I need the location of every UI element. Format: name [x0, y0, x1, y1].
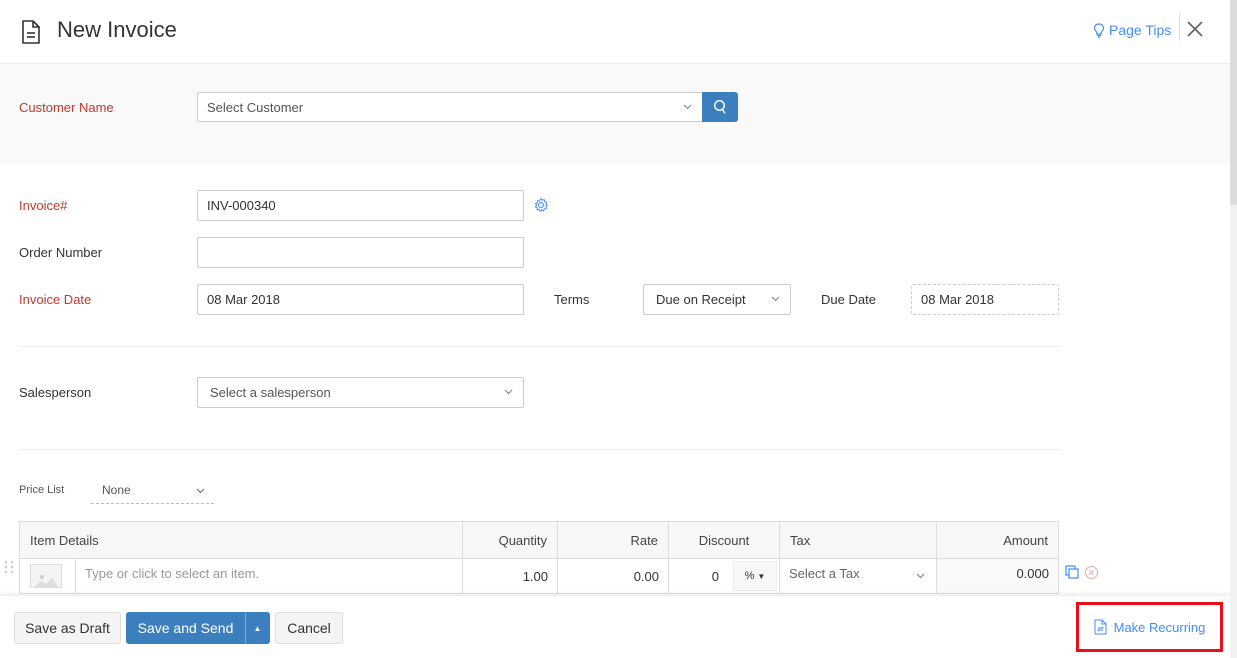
- item-input[interactable]: Type or click to select an item.: [75, 558, 463, 594]
- scrollbar[interactable]: [1230, 0, 1237, 658]
- customer-name-label: Customer Name: [19, 100, 114, 115]
- header-divider: [1179, 13, 1180, 41]
- save-and-send-button[interactable]: Save and Send: [126, 612, 245, 644]
- drag-handle-icon[interactable]: [4, 560, 14, 574]
- terms-value: Due on Receipt: [656, 292, 746, 307]
- table-row: Type or click to select an item. 1.00 0.…: [19, 558, 1059, 594]
- page-tips-link[interactable]: Page Tips: [1093, 22, 1171, 38]
- invoice-date-input[interactable]: 08 Mar 2018: [197, 284, 524, 315]
- close-icon[interactable]: [1186, 20, 1204, 38]
- due-date-label: Due Date: [821, 292, 876, 307]
- tax-select[interactable]: Select a Tax: [779, 558, 937, 594]
- save-options-dropdown[interactable]: ▲: [245, 612, 270, 644]
- items-table: Item Details Quantity Rate Discount Tax …: [19, 521, 1059, 594]
- due-date-input[interactable]: 08 Mar 2018: [911, 284, 1059, 315]
- chevron-down-icon: [504, 389, 513, 395]
- save-as-draft-button[interactable]: Save as Draft: [14, 612, 121, 644]
- terms-select[interactable]: Due on Receipt: [643, 284, 791, 315]
- remove-icon[interactable]: [1084, 565, 1099, 580]
- chevron-down-icon: [916, 573, 925, 579]
- column-header-rate: Rate: [557, 521, 669, 559]
- items-table-header: Item Details Quantity Rate Discount Tax …: [19, 521, 1059, 559]
- gear-icon[interactable]: [533, 197, 549, 213]
- tax-placeholder: Select a Tax: [789, 566, 860, 581]
- discount-type-select[interactable]: % ▼: [733, 561, 777, 591]
- salesperson-select[interactable]: Select a salesperson: [197, 377, 524, 408]
- terms-label: Terms: [554, 292, 590, 307]
- column-header-quantity: Quantity: [462, 521, 558, 559]
- invoice-date-label: Invoice Date: [19, 292, 92, 307]
- page-header: New Invoice Page Tips: [0, 0, 1230, 64]
- price-list-value: None: [102, 483, 131, 497]
- scrollbar-thumb[interactable]: [1230, 0, 1237, 205]
- cancel-button[interactable]: Cancel: [275, 612, 343, 644]
- copy-icon[interactable]: [1065, 565, 1080, 580]
- column-header-discount: Discount: [668, 521, 780, 559]
- price-list-label: Price List: [19, 484, 65, 496]
- discount-input[interactable]: 0: [669, 569, 733, 584]
- chevron-down-icon: [771, 296, 780, 302]
- search-icon: [713, 99, 726, 114]
- page-tips-label: Page Tips: [1109, 22, 1172, 38]
- column-header-tax: Tax: [779, 521, 937, 559]
- chevron-down-icon: [683, 104, 692, 110]
- section-divider: [19, 346, 1060, 347]
- rate-input[interactable]: 0.00: [557, 558, 669, 594]
- column-header-amount: Amount: [936, 521, 1059, 559]
- salesperson-label: Salesperson: [19, 385, 92, 400]
- invoice-number-input[interactable]: INV-000340: [197, 190, 524, 221]
- discount-type-value: %: [744, 570, 755, 582]
- chevron-down-icon: [196, 488, 205, 494]
- amount-value: 0.000: [936, 558, 1059, 594]
- customer-select-placeholder: Select Customer: [207, 100, 304, 115]
- recurring-document-icon: [1094, 619, 1107, 635]
- customer-search-button[interactable]: [702, 92, 738, 122]
- caret-up-icon: ▲: [253, 623, 262, 633]
- document-icon: [22, 20, 40, 44]
- page-title: New Invoice: [57, 17, 177, 42]
- invoice-number-label: Invoice#: [19, 198, 68, 213]
- footer-actions: Save as Draft Save and Send ▲ Cancel Mak…: [0, 595, 1230, 658]
- section-divider: [19, 449, 1060, 450]
- order-number-label: Order Number: [19, 245, 103, 260]
- lightbulb-icon: [1093, 22, 1105, 38]
- customer-select[interactable]: Select Customer: [197, 92, 703, 122]
- salesperson-placeholder: Select a salesperson: [210, 385, 331, 400]
- make-recurring-label: Make Recurring: [1113, 619, 1206, 635]
- item-image-cell[interactable]: [19, 558, 76, 594]
- discount-cell: 0 % ▼: [668, 558, 780, 594]
- price-list-select[interactable]: None: [91, 478, 214, 504]
- make-recurring-link[interactable]: Make Recurring: [1076, 602, 1223, 652]
- order-number-input[interactable]: [197, 237, 524, 268]
- column-header-item-details: Item Details: [19, 521, 463, 559]
- row-actions: [1065, 565, 1099, 580]
- image-placeholder-icon: [30, 564, 62, 588]
- caret-down-icon: ▼: [757, 571, 766, 581]
- quantity-input[interactable]: 1.00: [462, 558, 558, 594]
